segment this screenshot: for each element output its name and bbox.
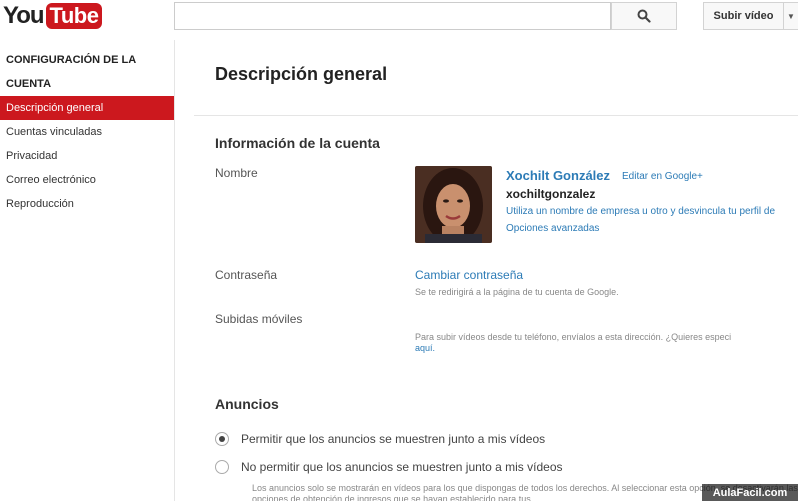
page-title: Descripción general	[215, 64, 388, 84]
profile-photo	[415, 166, 492, 243]
allow-ads-radio[interactable]	[215, 432, 229, 446]
sidebar-heading: CONFIGURACIÓN DE LA CUENTA	[6, 54, 136, 90]
password-label: Contraseña	[215, 268, 278, 282]
password-description: Se te redirigirá a la página de tu cuent…	[415, 287, 619, 297]
avatar[interactable]	[415, 166, 492, 243]
sidebar-item-email[interactable]: Correo electrónico	[0, 168, 174, 192]
upload-menu-button[interactable]: ▼	[783, 2, 798, 30]
logo-you-text: You	[3, 2, 45, 29]
watermark-logo: AulaFacil.com	[702, 484, 798, 501]
user-display-name[interactable]: Xochilt González	[506, 168, 610, 183]
search-icon	[637, 9, 651, 23]
username: xochiltgonzalez	[506, 187, 596, 201]
business-name-link[interactable]: Utiliza un nombre de empresa u otro y de…	[506, 206, 775, 217]
deny-ads-radio[interactable]	[215, 460, 229, 474]
masthead: You Tube Subir vídeo ▼	[0, 0, 798, 36]
settings-sidebar: CONFIGURACIÓN DE LA CUENTA Descripción g…	[0, 40, 175, 501]
youtube-account-settings-page: You Tube Subir vídeo ▼ CONFIGURACIÓN DE …	[0, 0, 798, 501]
youtube-logo[interactable]: You Tube	[3, 2, 103, 30]
sidebar-item-playback[interactable]: Reproducción	[0, 192, 174, 216]
divider	[194, 115, 798, 116]
mobile-uploads-link[interactable]: aquí.	[415, 343, 435, 353]
sidebar-item-privacy[interactable]: Privacidad	[0, 144, 174, 168]
sidebar-item-overview[interactable]: Descripción general	[0, 96, 174, 120]
triangle-down-icon: ▼	[787, 11, 795, 21]
allow-ads-label[interactable]: Permitir que los anuncios se muestren ju…	[241, 432, 545, 446]
logo-tube-text: Tube	[45, 3, 103, 29]
upload-button[interactable]: Subir vídeo	[703, 2, 783, 30]
change-password-link[interactable]: Cambiar contraseña	[415, 268, 523, 282]
name-label: Nombre	[215, 166, 258, 180]
deny-ads-label[interactable]: No permitir que los anuncios se muestren…	[241, 460, 563, 474]
mobile-uploads-label: Subidas móviles	[215, 312, 303, 326]
mobile-uploads-description: Para subir vídeos desde tu teléfono, env…	[415, 332, 732, 342]
sidebar-item-linked-accounts[interactable]: Cuentas vinculadas	[0, 120, 174, 144]
search-input[interactable]	[174, 2, 611, 30]
main-content: Descripción general Información de la cu…	[176, 40, 798, 501]
search-button[interactable]	[611, 2, 677, 30]
account-info-heading: Información de la cuenta	[215, 135, 380, 151]
advanced-options-link[interactable]: Opciones avanzadas	[506, 223, 599, 234]
edit-in-google-plus-link[interactable]: Editar en Google+	[622, 171, 703, 182]
ads-heading: Anuncios	[215, 396, 279, 412]
